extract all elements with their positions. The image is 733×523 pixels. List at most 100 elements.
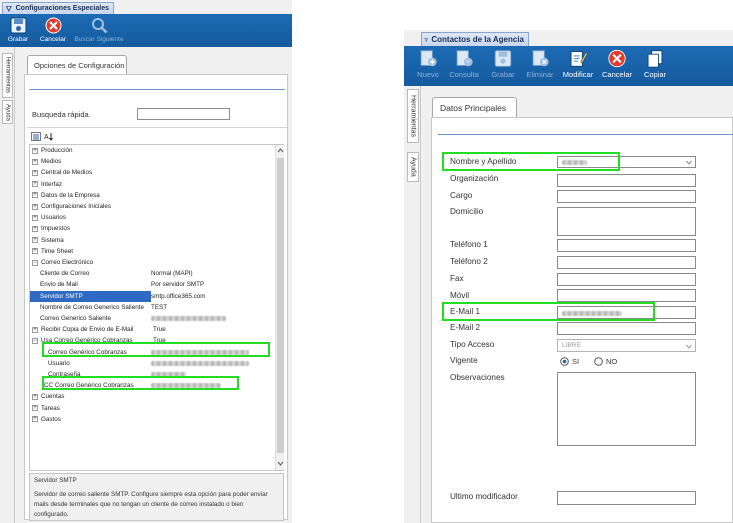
left-side-tab-ayuda[interactable]: Ayuda [2,100,13,124]
left-search-next-button[interactable]: Buscar Siguiente [74,17,124,47]
cargo-field[interactable] [557,190,696,203]
expand-icon[interactable]: + [32,147,38,154]
label-ultimo-modificador: Ultimo modificador [450,492,518,501]
organizacion-field[interactable] [557,174,696,187]
left-divider [29,89,285,90]
left-cancel-button[interactable]: Cancelar [39,17,67,47]
alphabetical-sort-icon[interactable]: A [44,132,54,141]
blurred-value [151,360,249,366]
svg-text:A: A [44,134,49,141]
label-fax: Fax [450,274,464,283]
cancel-icon [608,49,626,68]
right-side-tab-ayuda[interactable]: Ayuda [407,152,419,182]
expand-icon[interactable]: + [32,192,38,199]
delete-button[interactable]: Eliminar [524,49,556,79]
tree-row-gastos[interactable]: + Gastos [30,413,267,425]
telefono2-field[interactable] [557,256,696,269]
categorized-sort-icon[interactable] [31,132,41,141]
tree-row-datos-empresa[interactable]: + Datos de la Empresa [30,189,267,201]
observaciones-field[interactable] [557,372,696,446]
label-vigente: Vigente [450,356,478,365]
left-save-button[interactable]: Grabar [4,17,32,47]
left-section-tab[interactable]: Opciones de Configuración [27,55,127,74]
email2-field[interactable] [557,322,696,335]
scroll-thumb[interactable] [277,158,284,453]
tree-row-time-sheet[interactable]: + Time Sheet [30,245,267,257]
expand-icon[interactable]: + [32,214,38,221]
tree-row-interfaz[interactable]: + Interfaz [30,178,267,190]
expand-icon[interactable]: + [32,181,38,188]
left-divider-2 [27,127,287,128]
description-title: Servidor SMTP [34,477,77,484]
expand-icon[interactable]: + [32,393,38,400]
property-grid-scrollbar[interactable] [275,145,284,470]
scroll-down-icon[interactable] [277,461,284,467]
scroll-up-icon[interactable] [277,147,284,153]
right-side-tab-herramientas[interactable]: Herramientas [407,89,419,143]
ultimo-modificador-field[interactable] [557,491,696,505]
copy-button[interactable]: Copiar [640,49,670,79]
right-save-button[interactable]: Grabar [488,49,518,79]
collapse-icon[interactable]: − [32,259,38,266]
movil-field[interactable] [557,289,696,302]
app-logo-icon [5,5,12,12]
tree-row-sistema[interactable]: + Sistema [30,234,267,246]
expand-icon[interactable]: + [32,248,38,255]
tree-row-produccion[interactable]: + Producción [30,145,267,157]
prop-servidor-smtp[interactable]: Servidor SMTP smtp.office365.com [30,290,267,302]
expand-icon[interactable]: + [32,203,38,210]
prop-cliente-correo[interactable]: Cliente de Correo Normal (MAPI) [30,268,267,280]
vigente-no-radio[interactable]: NO [594,357,617,366]
tree-row-usuarios[interactable]: + Usuarios [30,212,267,224]
expand-icon[interactable]: + [32,405,38,412]
tree-row-impuestos[interactable]: + Impuestos [30,223,267,235]
new-icon [420,50,437,67]
app-logo-icon [424,37,428,42]
expand-icon[interactable]: + [32,169,38,176]
collapse-icon[interactable]: − [32,337,38,344]
vigente-si-radio[interactable]: SI [560,357,579,366]
right-window: Contactos de la Agencia Nuevo ? Consulta… [404,30,733,523]
save-icon [10,17,26,34]
tree-row-config-iniciales[interactable]: + Configuraciones Iniciales [30,201,267,213]
tree-row-recibir-copia[interactable]: + Recibir Copia de Envio de E-Mail True [30,324,267,336]
property-grid-rows: + Producción + Medios + Central de Medios +… [30,145,276,470]
expand-icon[interactable]: + [32,237,38,244]
tipo-acceso-select[interactable]: LIBRE [557,339,696,352]
prop-envio-mail[interactable]: Envio de Mail Por servidor SMTP [30,279,267,291]
tree-row-correo-electronico[interactable]: − Correo Electrónico [30,257,267,269]
expand-icon[interactable]: + [32,158,38,165]
new-button[interactable]: Nuevo [413,49,443,79]
tree-row-tareas[interactable]: + Tareas [30,402,267,414]
prop-usuario[interactable]: Usuario [30,357,267,369]
expand-icon[interactable]: + [32,416,38,423]
tree-row-medios[interactable]: + Medios [30,156,267,168]
label-organizacion: Organización [450,174,499,183]
telefono1-field[interactable] [557,239,696,252]
radio-selected-icon [560,357,569,366]
label-telefono1: Teléfono 1 [450,240,488,249]
chevron-down-icon[interactable] [686,344,692,349]
label-tipo-acceso: Tipo Acceso [450,340,495,349]
right-cancel-button[interactable]: Cancelar [600,49,634,79]
tree-row-central-medios[interactable]: + Central de Medios [30,167,267,179]
query-button[interactable]: ? Consulta [448,49,480,79]
expand-icon[interactable]: + [32,326,38,333]
expand-icon[interactable]: + [32,225,38,232]
label-cargo: Cargo [450,191,473,200]
left-tab-title[interactable]: Configuraciones Especiales [2,2,114,14]
domicilio-field[interactable] [557,207,696,236]
label-telefono2: Teléfono 2 [450,257,488,266]
chevron-down-icon[interactable] [686,160,692,165]
left-window: Configuraciones Especiales Grabar Cancel… [0,0,292,523]
prop-correo-generico-saliente[interactable]: Correo Generico Saliente [30,313,267,325]
right-section-tab[interactable]: Datos Principales [432,97,517,117]
label-email2: E-Mail 2 [450,323,481,332]
tree-row-cuentas[interactable]: + Cuentas [30,391,267,403]
right-tab-title[interactable]: Contactos de la Agencia [421,32,529,46]
edit-button[interactable]: Modificar [560,49,596,79]
left-side-tab-herramientas[interactable]: Herramientas [2,53,13,98]
quick-search-input[interactable] [137,108,230,120]
prop-nombre-correo-generico[interactable]: Nombre de Correo Generico Saliente TEST [30,301,267,313]
fax-field[interactable] [557,273,696,286]
